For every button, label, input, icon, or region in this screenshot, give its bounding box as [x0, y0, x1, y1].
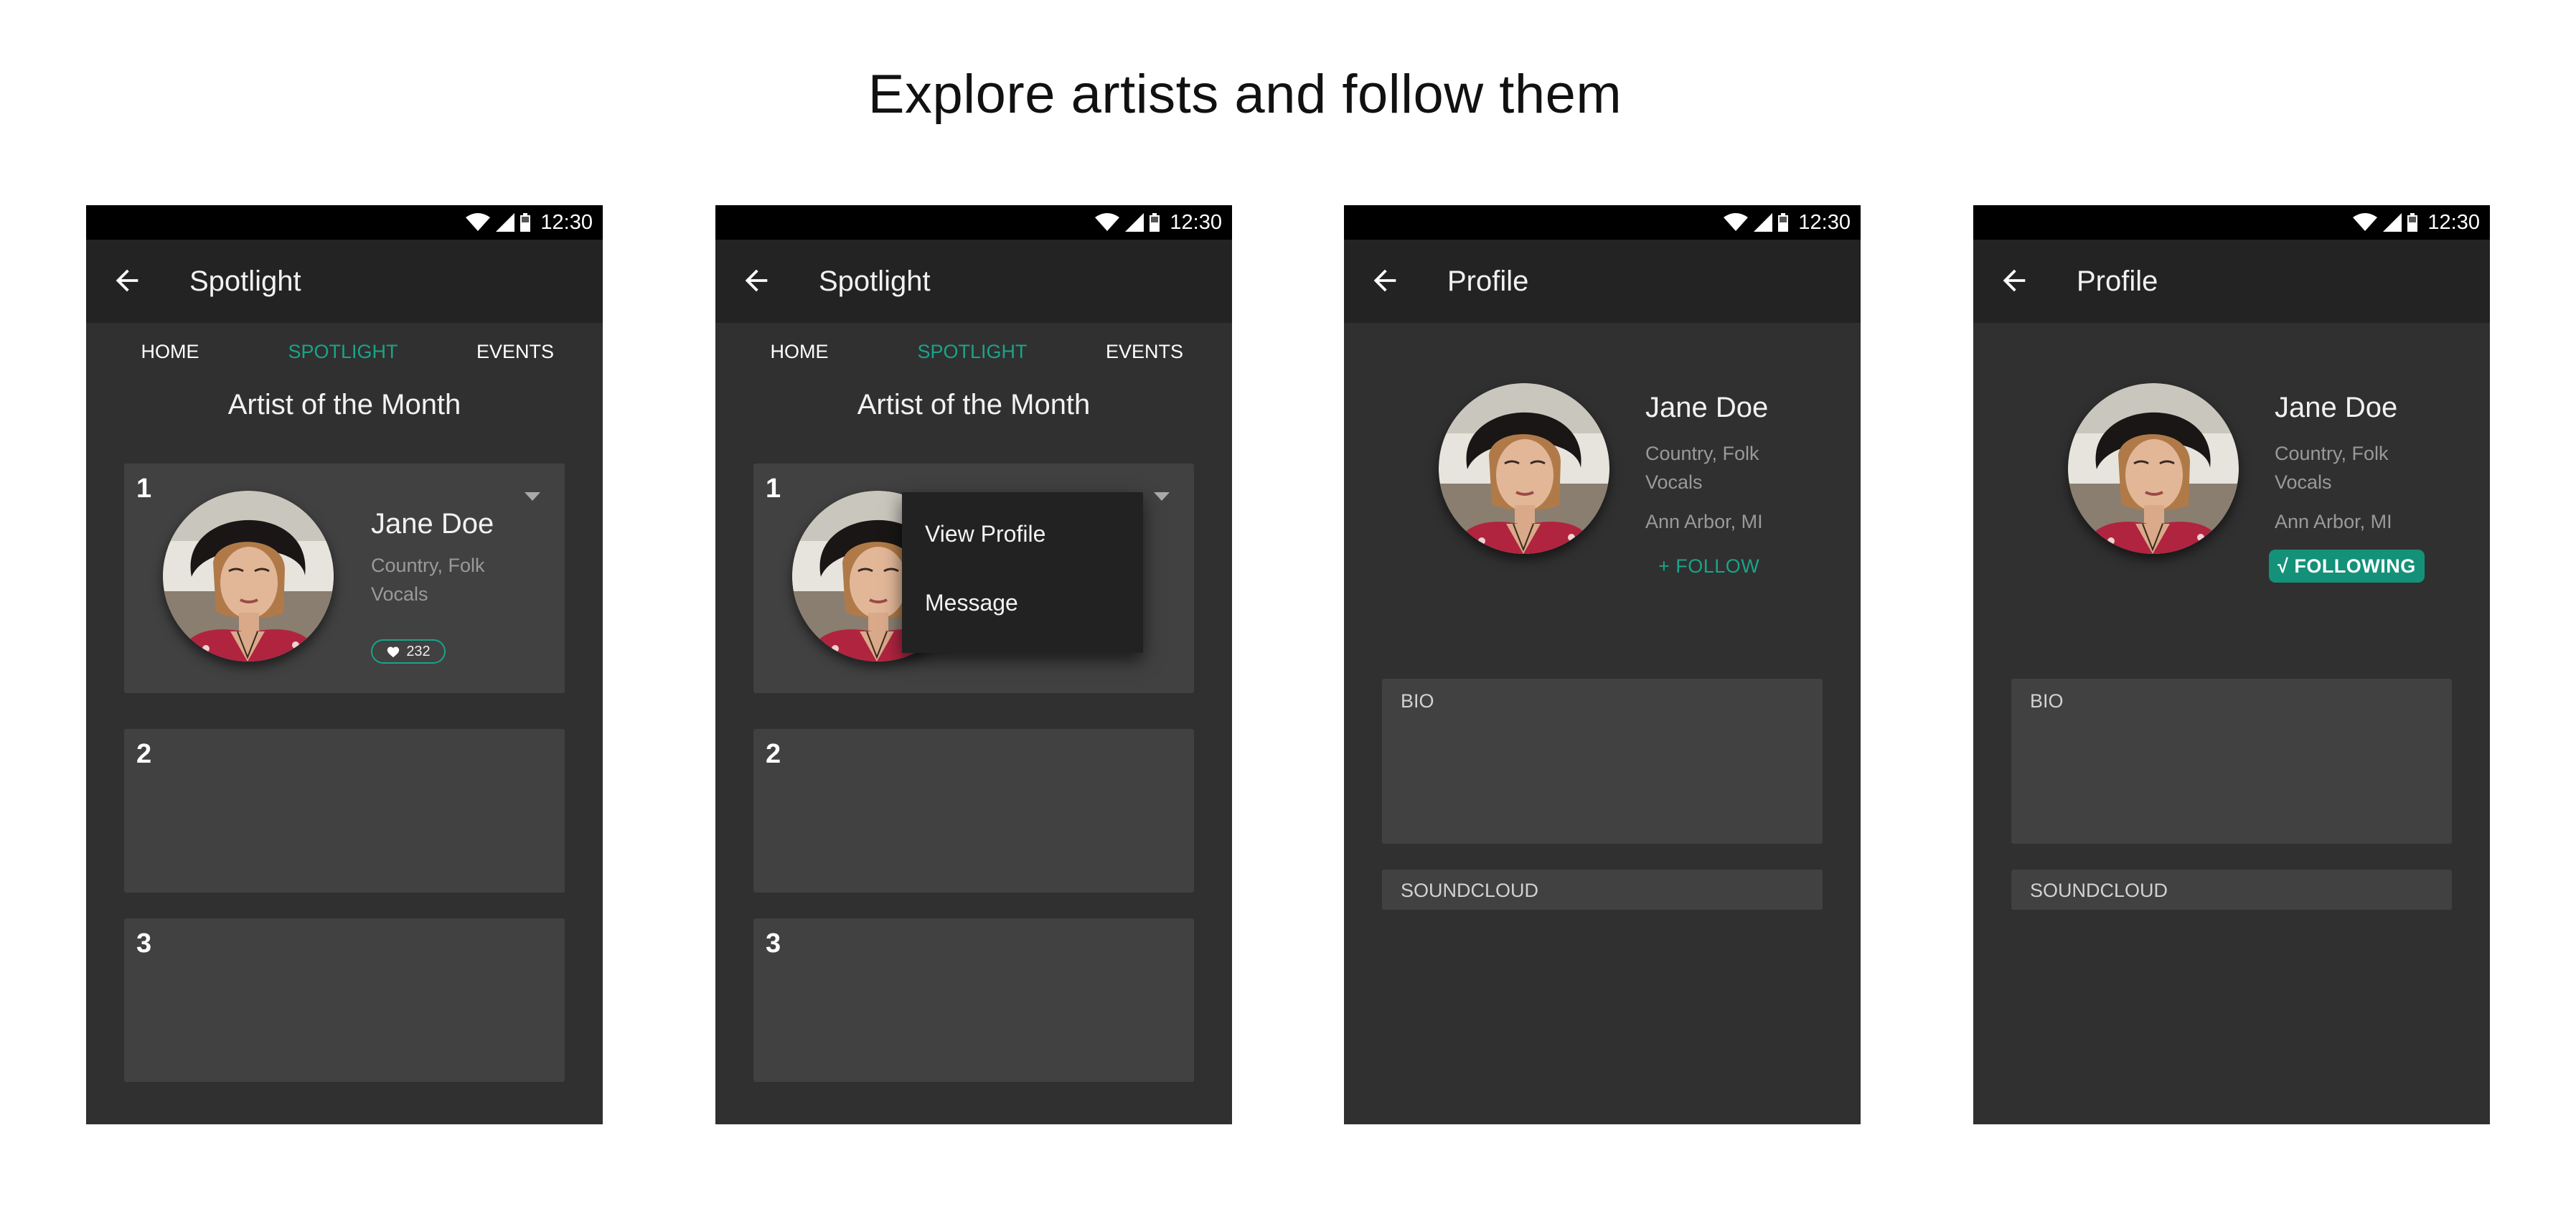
arrow-left-icon[interactable]	[1998, 264, 2031, 297]
card-rank: 2	[136, 739, 152, 769]
bio-label: BIO	[1401, 690, 1434, 712]
toolbar: Profile	[1344, 240, 1861, 323]
tab-home[interactable]: HOME	[141, 323, 199, 380]
bio-label: BIO	[2030, 690, 2064, 712]
status-time: 12:30	[1170, 210, 1222, 234]
screen-spotlight-menu: 12:30 Spotlight HOME SPOTLIGHT EVENTS Ar…	[715, 205, 1232, 1124]
card-rank: 1	[766, 474, 781, 504]
card-rank: 1	[136, 474, 152, 504]
follow-button[interactable]: + FOLLOW	[1658, 555, 1759, 578]
artist-location: Ann Arbor, MI	[1645, 511, 1763, 532]
page-title: Explore artists and follow them	[868, 64, 1622, 125]
menu-item-view-profile[interactable]: View Profile	[925, 521, 1045, 547]
battery-icon	[520, 213, 531, 232]
artist-card[interactable]: 3	[124, 918, 565, 1082]
battery-icon	[1778, 213, 1789, 232]
avatar[interactable]	[163, 491, 334, 662]
overflow-menu: View Profile Message	[902, 492, 1143, 653]
card-rank: 2	[766, 739, 781, 769]
toolbar-title: Profile	[1447, 265, 1529, 297]
soundcloud-label: SOUNDCLOUD	[2030, 880, 2168, 901]
artist-genre: Country, Folk Vocals	[371, 555, 485, 605]
section-title: Artist of the Month	[857, 389, 1091, 420]
artist-card[interactable]: 2	[124, 729, 565, 893]
soundcloud-section[interactable]: SOUNDCLOUD	[1382, 870, 1823, 910]
tab-events[interactable]: EVENTS	[476, 323, 554, 380]
artist-location: Ann Arbor, MI	[2275, 511, 2392, 532]
status-time: 12:30	[1798, 210, 1851, 234]
toolbar-title: Spotlight	[819, 265, 931, 297]
signal-icon	[1754, 213, 1773, 232]
wifi-icon	[1095, 213, 1120, 231]
likes-badge[interactable]: 232	[371, 639, 446, 664]
following-button[interactable]: √ FOLLOWING	[2269, 550, 2425, 583]
artist-genre: Country, Folk Vocals	[1645, 443, 1759, 493]
status-bar: 12:30	[1344, 205, 1861, 240]
status-time: 12:30	[540, 210, 593, 234]
screen-profile: 12:30 Profile Jane Doe Country, Folk Voc…	[1344, 205, 1861, 1124]
toolbar-title: Profile	[2077, 265, 2158, 297]
avatar	[2068, 383, 2239, 554]
likes-count: 232	[406, 643, 431, 659]
signal-icon	[496, 213, 515, 232]
menu-item-message[interactable]: Message	[925, 590, 1018, 616]
card-rank: 3	[766, 928, 781, 959]
wifi-icon	[466, 213, 491, 231]
tab-bar: HOME SPOTLIGHT EVENTS	[715, 323, 1232, 380]
toolbar: Spotlight	[86, 240, 603, 323]
section-title: Artist of the Month	[227, 389, 461, 420]
status-bar: 12:30	[715, 205, 1232, 240]
arrow-left-icon[interactable]	[111, 264, 144, 297]
bio-section[interactable]: BIO	[2011, 679, 2452, 844]
card-rank: 3	[136, 928, 152, 959]
toolbar: Profile	[1973, 240, 2490, 323]
artist-genre: Country, Folk Vocals	[2275, 443, 2389, 493]
artist-name: Jane Doe	[1645, 392, 1769, 423]
artist-name: Jane Doe	[2275, 392, 2398, 423]
soundcloud-section[interactable]: SOUNDCLOUD	[2011, 870, 2452, 910]
heart-icon	[387, 646, 400, 658]
wifi-icon	[2353, 213, 2378, 231]
screen-profile-following: 12:30 Profile Jane Doe Country, Folk Voc…	[1973, 205, 2490, 1124]
artist-name: Jane Doe	[371, 508, 494, 540]
arrow-left-icon[interactable]	[1368, 264, 1401, 297]
caret-down-icon[interactable]	[525, 492, 540, 501]
tab-events[interactable]: EVENTS	[1106, 323, 1183, 380]
status-bar: 12:30	[1973, 205, 2490, 240]
tab-spotlight[interactable]: SPOTLIGHT	[288, 323, 398, 380]
artist-card[interactable]: 2	[753, 729, 1194, 893]
avatar	[1439, 383, 1609, 554]
tab-spotlight[interactable]: SPOTLIGHT	[917, 323, 1027, 380]
battery-icon	[2407, 213, 2418, 232]
bio-section[interactable]: BIO	[1382, 679, 1823, 844]
tab-home[interactable]: HOME	[771, 323, 829, 380]
signal-icon	[2383, 213, 2402, 232]
status-bar: 12:30	[86, 205, 603, 240]
battery-icon	[1150, 213, 1160, 232]
artist-card[interactable]: 1 Jane Doe Country, Folk Vocals 232	[124, 464, 565, 693]
caret-down-icon[interactable]	[1154, 492, 1170, 501]
soundcloud-label: SOUNDCLOUD	[1401, 880, 1539, 901]
status-time: 12:30	[2427, 210, 2480, 234]
screen-spotlight: 12:30 Spotlight HOME SPOTLIGHT EVENTS Ar…	[86, 205, 603, 1124]
artist-card[interactable]: 3	[753, 918, 1194, 1082]
arrow-left-icon[interactable]	[740, 264, 773, 297]
signal-icon	[1125, 213, 1144, 232]
toolbar: Spotlight	[715, 240, 1232, 323]
toolbar-title: Spotlight	[189, 265, 301, 297]
wifi-icon	[1724, 213, 1749, 231]
tab-bar: HOME SPOTLIGHT EVENTS	[86, 323, 603, 380]
